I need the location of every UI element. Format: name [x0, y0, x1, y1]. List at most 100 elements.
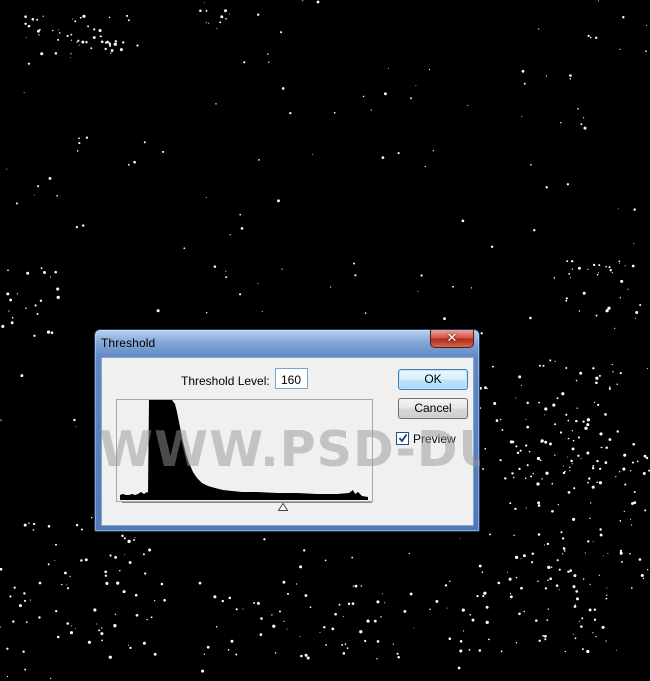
speckle	[598, 0, 600, 2]
threshold-slider-handle[interactable]	[278, 503, 288, 511]
speckle	[66, 584, 68, 586]
cancel-button[interactable]: Cancel	[398, 398, 468, 419]
speckle	[146, 618, 148, 621]
speckle	[31, 18, 33, 20]
speckle	[606, 587, 608, 589]
speckle	[71, 625, 73, 627]
speckle	[639, 303, 642, 307]
speckle	[537, 504, 541, 507]
speckle	[593, 401, 596, 403]
speckle	[606, 594, 608, 596]
speckle	[581, 617, 584, 620]
speckle	[90, 516, 93, 519]
speckle	[69, 575, 71, 578]
speckle	[513, 534, 515, 537]
speckle	[123, 537, 126, 540]
speckle	[90, 47, 93, 50]
speckle	[547, 579, 549, 582]
speckle	[515, 445, 518, 448]
speckle	[93, 28, 96, 31]
speckle	[34, 304, 37, 307]
speckle	[25, 307, 27, 310]
speckle	[331, 627, 335, 631]
speckle	[518, 375, 522, 379]
preview-label: Preview	[413, 432, 456, 446]
speckle	[76, 150, 79, 152]
speckle	[370, 109, 372, 111]
close-button[interactable]: ✕	[430, 330, 474, 348]
ok-button[interactable]: OK	[398, 369, 468, 390]
speckle	[485, 605, 489, 609]
speckle	[104, 47, 107, 51]
speckle	[591, 485, 595, 489]
threshold-level-input[interactable]: 160	[275, 368, 308, 389]
speckle	[351, 556, 354, 559]
speckle	[572, 585, 576, 589]
speckle	[561, 537, 565, 540]
speckle	[351, 602, 355, 605]
speckle	[230, 639, 234, 643]
speckle	[23, 92, 25, 94]
speckle	[509, 502, 512, 505]
speckle	[486, 388, 488, 390]
speckle	[69, 57, 71, 59]
speckle	[415, 84, 417, 86]
preview-checkbox[interactable]	[396, 432, 409, 445]
speckle	[529, 316, 532, 320]
speckle	[78, 142, 81, 145]
speckle	[549, 442, 552, 446]
speckle	[228, 13, 230, 15]
speckle	[489, 533, 492, 536]
speckle	[279, 610, 281, 613]
speckle	[304, 653, 308, 657]
speckle	[136, 44, 139, 47]
speckle	[514, 507, 517, 511]
speckle	[598, 481, 603, 485]
speckle	[545, 471, 549, 475]
speckle	[633, 501, 637, 504]
speckle	[597, 403, 600, 407]
speckle	[607, 552, 609, 555]
speckle	[537, 501, 541, 505]
speckle	[556, 559, 559, 562]
speckle	[596, 459, 599, 463]
speckle	[536, 482, 540, 486]
speckle	[575, 419, 578, 423]
speckle	[569, 78, 572, 80]
histogram-shape	[120, 400, 368, 500]
speckle	[127, 163, 130, 166]
speckle	[295, 583, 298, 585]
speckle	[594, 36, 598, 40]
speckle	[22, 650, 25, 653]
speckle	[582, 420, 585, 423]
speckle	[122, 41, 125, 44]
speckle	[82, 14, 86, 18]
speckle	[582, 291, 586, 295]
speckle	[586, 423, 590, 427]
speckle	[93, 608, 97, 612]
speckle	[567, 419, 570, 422]
speckle	[70, 39, 72, 41]
speckle	[183, 247, 186, 250]
speckle	[128, 561, 132, 564]
speckle	[565, 367, 568, 369]
speckle	[281, 87, 285, 90]
speckle	[642, 577, 645, 580]
speckle	[58, 29, 60, 31]
speckle	[599, 528, 602, 531]
speckle	[142, 641, 146, 645]
speckle	[96, 623, 98, 625]
speckle	[203, 2, 205, 4]
dialog-titlebar[interactable]: Threshold ✕	[95, 330, 479, 356]
speckle	[646, 368, 648, 370]
speckle	[92, 36, 96, 39]
speckle	[493, 402, 497, 405]
speckle	[121, 534, 124, 538]
speckle	[557, 504, 559, 506]
speckle	[482, 594, 485, 598]
speckle	[6, 168, 8, 170]
speckle	[49, 276, 52, 278]
speckle	[114, 556, 117, 559]
speckle	[150, 616, 153, 619]
speckle	[619, 372, 622, 375]
